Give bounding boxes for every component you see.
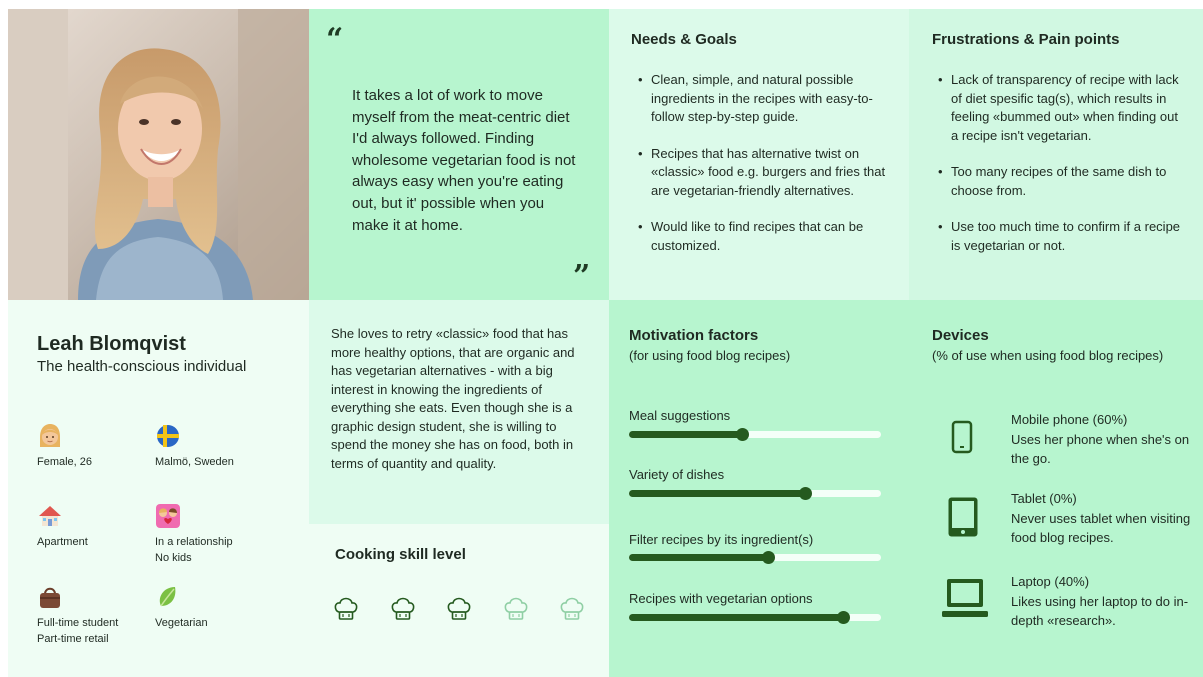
- profile-panel: Leah Blomqvist The health-conscious indi…: [8, 300, 309, 677]
- chef-hat-icon: [391, 597, 414, 620]
- device-mobile: Mobile phone (60%) Uses her phone when s…: [1011, 410, 1191, 469]
- factor-label: Recipes with vegetarian options: [629, 591, 813, 606]
- factor-bar: [629, 551, 881, 564]
- attribute-housing: Apartment: [37, 503, 157, 551]
- persona-photo: [8, 9, 309, 300]
- motivation-panel: Motivation factors (for using food blog …: [609, 300, 909, 677]
- attribute-occupation: Full-time student Part-time retail: [37, 584, 157, 647]
- woman-face-icon: [40, 424, 60, 447]
- attribute-gender-age: Female, 26: [37, 423, 157, 471]
- attribute-relationship: In a relationship No kids: [155, 503, 275, 566]
- motivation-subtitle: (for using food blog recipes): [629, 348, 791, 363]
- factor-bar: [629, 611, 881, 624]
- attribute-label: Vegetarian: [155, 617, 208, 629]
- factor-bar: [629, 487, 881, 500]
- device-laptop: Laptop (40%) Likes using her laptop to d…: [1011, 572, 1191, 631]
- persona-board: “ It takes a lot of work to move myself …: [0, 0, 1203, 677]
- frustrations-title: Frustrations & Pain points: [932, 31, 1120, 48]
- devices-title: Devices: [932, 327, 989, 344]
- factor-bar: [629, 428, 881, 441]
- device-description: Likes using her laptop to do in-depth «r…: [1011, 593, 1189, 629]
- device-name: Mobile phone (60%): [1011, 412, 1128, 427]
- attribute-diet: Vegetarian: [155, 584, 275, 632]
- chef-hat-icon: [334, 597, 358, 620]
- laptop-icon: [942, 579, 988, 617]
- handbag-icon: [40, 587, 60, 608]
- list-item: Use too much time to confirm if a recipe…: [935, 218, 1185, 255]
- quote-panel: “ It takes a lot of work to move myself …: [309, 9, 609, 300]
- device-description: Never uses tablet when visiting food blo…: [1011, 510, 1191, 546]
- chef-hat-icon: [560, 597, 584, 620]
- couple-icon: [156, 504, 180, 528]
- device-description: Uses her phone when she's on the go.: [1011, 431, 1190, 467]
- frustrations-list: Lack of transparency of recipe with lack…: [935, 71, 1185, 273]
- open-quote-icon: “: [326, 22, 344, 57]
- device-tablet: Tablet (0%) Never uses tablet when visit…: [1011, 489, 1191, 548]
- cooking-skill-panel: Cooking skill level: [309, 524, 609, 677]
- attribute-location: Malmö, Sweden: [155, 423, 275, 471]
- list-item: Would like to find recipes that can be c…: [635, 218, 890, 255]
- list-item: Too many recipes of the same dish to cho…: [935, 163, 1185, 200]
- cooking-skill-title: Cooking skill level: [335, 546, 466, 563]
- persona-name: Leah Blomqvist: [37, 333, 186, 355]
- list-item: Lack of transparency of recipe with lack…: [935, 71, 1185, 145]
- chef-hat-icon: [504, 597, 527, 620]
- attribute-label: Malmö, Sweden: [155, 456, 234, 468]
- persona-quote: It takes a lot of work to move myself fr…: [352, 87, 576, 234]
- swedish-flag-icon: [157, 425, 179, 447]
- mobile-phone-icon: [951, 420, 973, 454]
- factor-label: Filter recipes by its ingredient(s): [629, 532, 814, 547]
- motivation-title: Motivation factors: [629, 327, 759, 344]
- needs-goals-panel: Needs & Goals Clean, simple, and natural…: [609, 9, 909, 300]
- house-icon: [39, 506, 61, 526]
- factor-label: Variety of dishes: [629, 467, 725, 482]
- list-item: Clean, simple, and natural possible ingr…: [635, 71, 890, 127]
- attribute-label: Female, 26: [37, 456, 93, 468]
- device-name: Laptop (40%): [1011, 574, 1090, 589]
- needs-goals-title: Needs & Goals: [631, 31, 737, 48]
- portrait-image: [8, 9, 309, 300]
- devices-panel: Devices (% of use when using food blog r…: [909, 300, 1203, 677]
- persona-tagline: The health-conscious individual: [37, 358, 247, 375]
- attribute-label: Apartment: [37, 536, 88, 548]
- factor-label: Meal suggestions: [629, 408, 731, 423]
- devices-subtitle: (% of use when using food blog recipes): [932, 348, 1164, 363]
- attribute-label: In a relationship No kids: [155, 536, 233, 564]
- tablet-icon: [948, 497, 978, 537]
- bio-panel: She loves to retry «classic» food that h…: [309, 300, 609, 524]
- leafy-green-icon: [159, 587, 176, 607]
- close-quote-icon: ”: [573, 259, 591, 294]
- list-item: Recipes that has alternative twist on «c…: [635, 145, 890, 201]
- needs-goals-list: Clean, simple, and natural possible ingr…: [635, 71, 890, 273]
- device-name: Tablet (0%): [1011, 491, 1077, 506]
- chef-hat-icon: [447, 597, 471, 620]
- attribute-label: Full-time student Part-time retail: [37, 617, 119, 645]
- frustrations-panel: Frustrations & Pain points Lack of trans…: [909, 9, 1203, 300]
- persona-bio: She loves to retry «classic» food that h…: [331, 326, 575, 471]
